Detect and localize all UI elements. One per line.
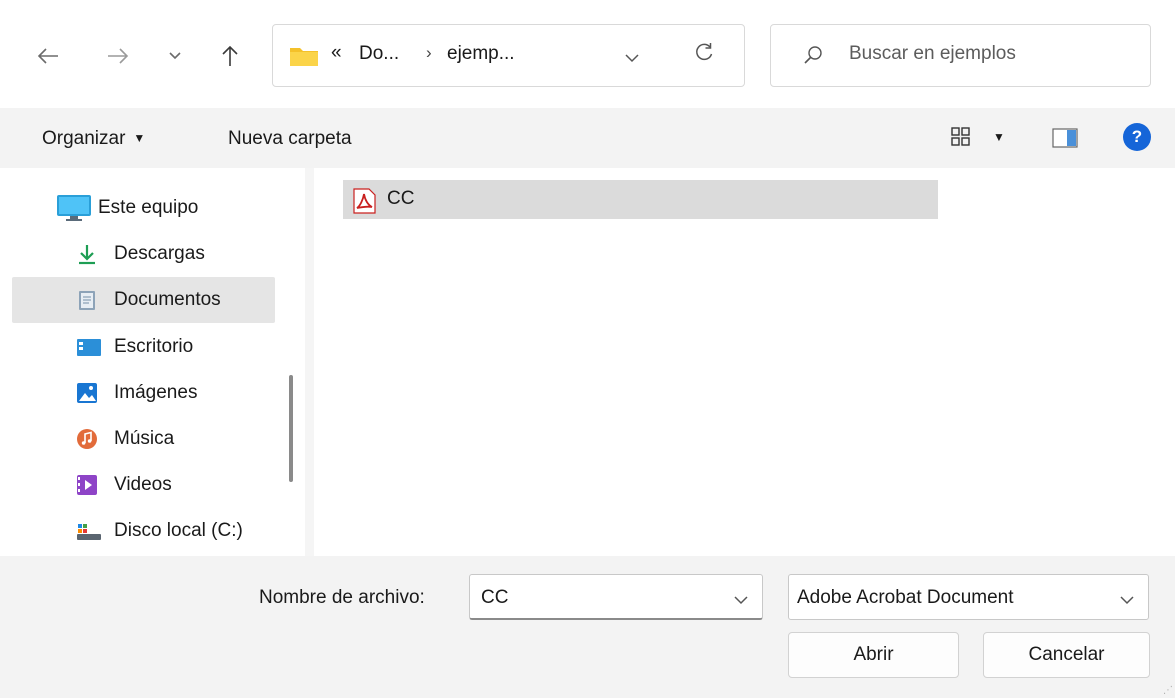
address-overflow[interactable]: « [331,42,342,64]
file-name: CC [387,188,415,209]
filetype-select[interactable]: Adobe Acrobat Document [788,574,1149,620]
command-bar: Organizar ▼ Nueva carpeta ▼ ? [0,108,1175,168]
search-box[interactable]: Buscar en ejemplos [770,24,1151,87]
videos-icon [77,475,97,495]
recent-locations-button[interactable] [160,36,190,76]
open-button[interactable]: Abrir [788,632,959,678]
breadcrumb-documents[interactable]: Do... [359,43,399,65]
nav-item-label: Disco local (C:) [114,520,243,541]
search-icon [804,46,822,64]
address-row: « Do... › ejemp... Buscar en ejemplos [0,0,1175,108]
nav-item-label: Escritorio [114,336,194,357]
breadcrumb-separator[interactable]: › [426,43,432,63]
nav-item-label: Documentos [114,289,221,310]
pane-divider[interactable] [305,168,314,556]
address-bar[interactable]: « Do... › ejemp... [272,24,745,87]
folder-icon [290,48,318,66]
chevron-down-icon [1120,596,1134,605]
arrow-left-icon [37,48,58,64]
file-item-cc[interactable]: CC [343,180,938,219]
file-list-pane: CC [314,168,1175,556]
computer-icon [57,195,91,221]
organize-button[interactable]: Organizar ▼ [42,128,145,150]
documents-icon [79,291,95,310]
nav-item-disco-local[interactable]: Disco local (C:) [12,508,275,554]
nav-item-imagenes[interactable]: Imágenes [12,370,275,416]
nav-item-label: Videos [114,474,172,495]
nav-item-label: Música [114,428,175,449]
refresh-button[interactable] [693,41,715,69]
cancel-button[interactable]: Cancelar [983,632,1150,678]
nav-item-descargas[interactable]: Descargas [12,231,275,277]
resize-grip-icon[interactable]: ⋰ [1163,685,1173,696]
breadcrumb-ejemplos[interactable]: ejemp... [447,43,515,65]
up-button[interactable] [210,36,250,76]
help-icon[interactable]: ? [1123,123,1151,151]
view-options-caret-icon[interactable]: ▼ [993,130,1005,144]
filetype-value: Adobe Acrobat Document [797,587,1014,608]
preview-pane-icon[interactable] [1052,128,1078,148]
address-dropdown-button[interactable] [625,47,639,69]
local-disk-icon [77,524,101,540]
forward-button[interactable] [98,36,138,76]
filetype-dropdown-button[interactable] [1120,589,1134,611]
view-grid-icon[interactable] [950,126,972,148]
nav-item-label: Imágenes [114,382,198,403]
chevron-down-icon [625,54,639,63]
nav-item-videos[interactable]: Videos [12,462,275,508]
organize-label: Organizar [42,128,126,149]
nav-item-musica[interactable]: Música [12,416,275,462]
pictures-icon [77,383,97,403]
nav-item-escritorio[interactable]: Escritorio [12,324,275,370]
refresh-icon [696,43,713,61]
filename-value[interactable]: CC [481,587,508,609]
new-folder-button[interactable]: Nueva carpeta [228,128,352,150]
arrow-right-icon [108,48,129,64]
filename-label: Nombre de archivo: [259,587,425,608]
filename-input[interactable]: CC [469,574,763,620]
bottom-bar: Nombre de archivo: CC Adobe Acrobat Docu… [0,556,1175,698]
nav-item-este-equipo[interactable]: Este equipo [12,185,275,231]
back-button[interactable] [28,36,68,76]
filename-dropdown-button[interactable] [734,589,748,611]
nav-item-label: Descargas [114,243,205,264]
download-icon [79,245,95,265]
arrow-up-icon [222,45,238,66]
caret-down-icon: ▼ [133,131,146,145]
navigation-pane: Este equipo Descargas Documentos Escrito… [0,168,305,556]
chevron-down-icon [169,52,181,60]
nav-scrollbar[interactable] [289,375,293,482]
nav-item-label: Este equipo [98,197,199,218]
pdf-file-icon [353,188,376,214]
chevron-down-icon [734,596,748,605]
nav-item-documentos[interactable]: Documentos [12,277,275,323]
search-placeholder[interactable]: Buscar en ejemplos [849,43,1016,65]
desktop-icon [77,339,101,356]
music-icon [77,429,97,449]
